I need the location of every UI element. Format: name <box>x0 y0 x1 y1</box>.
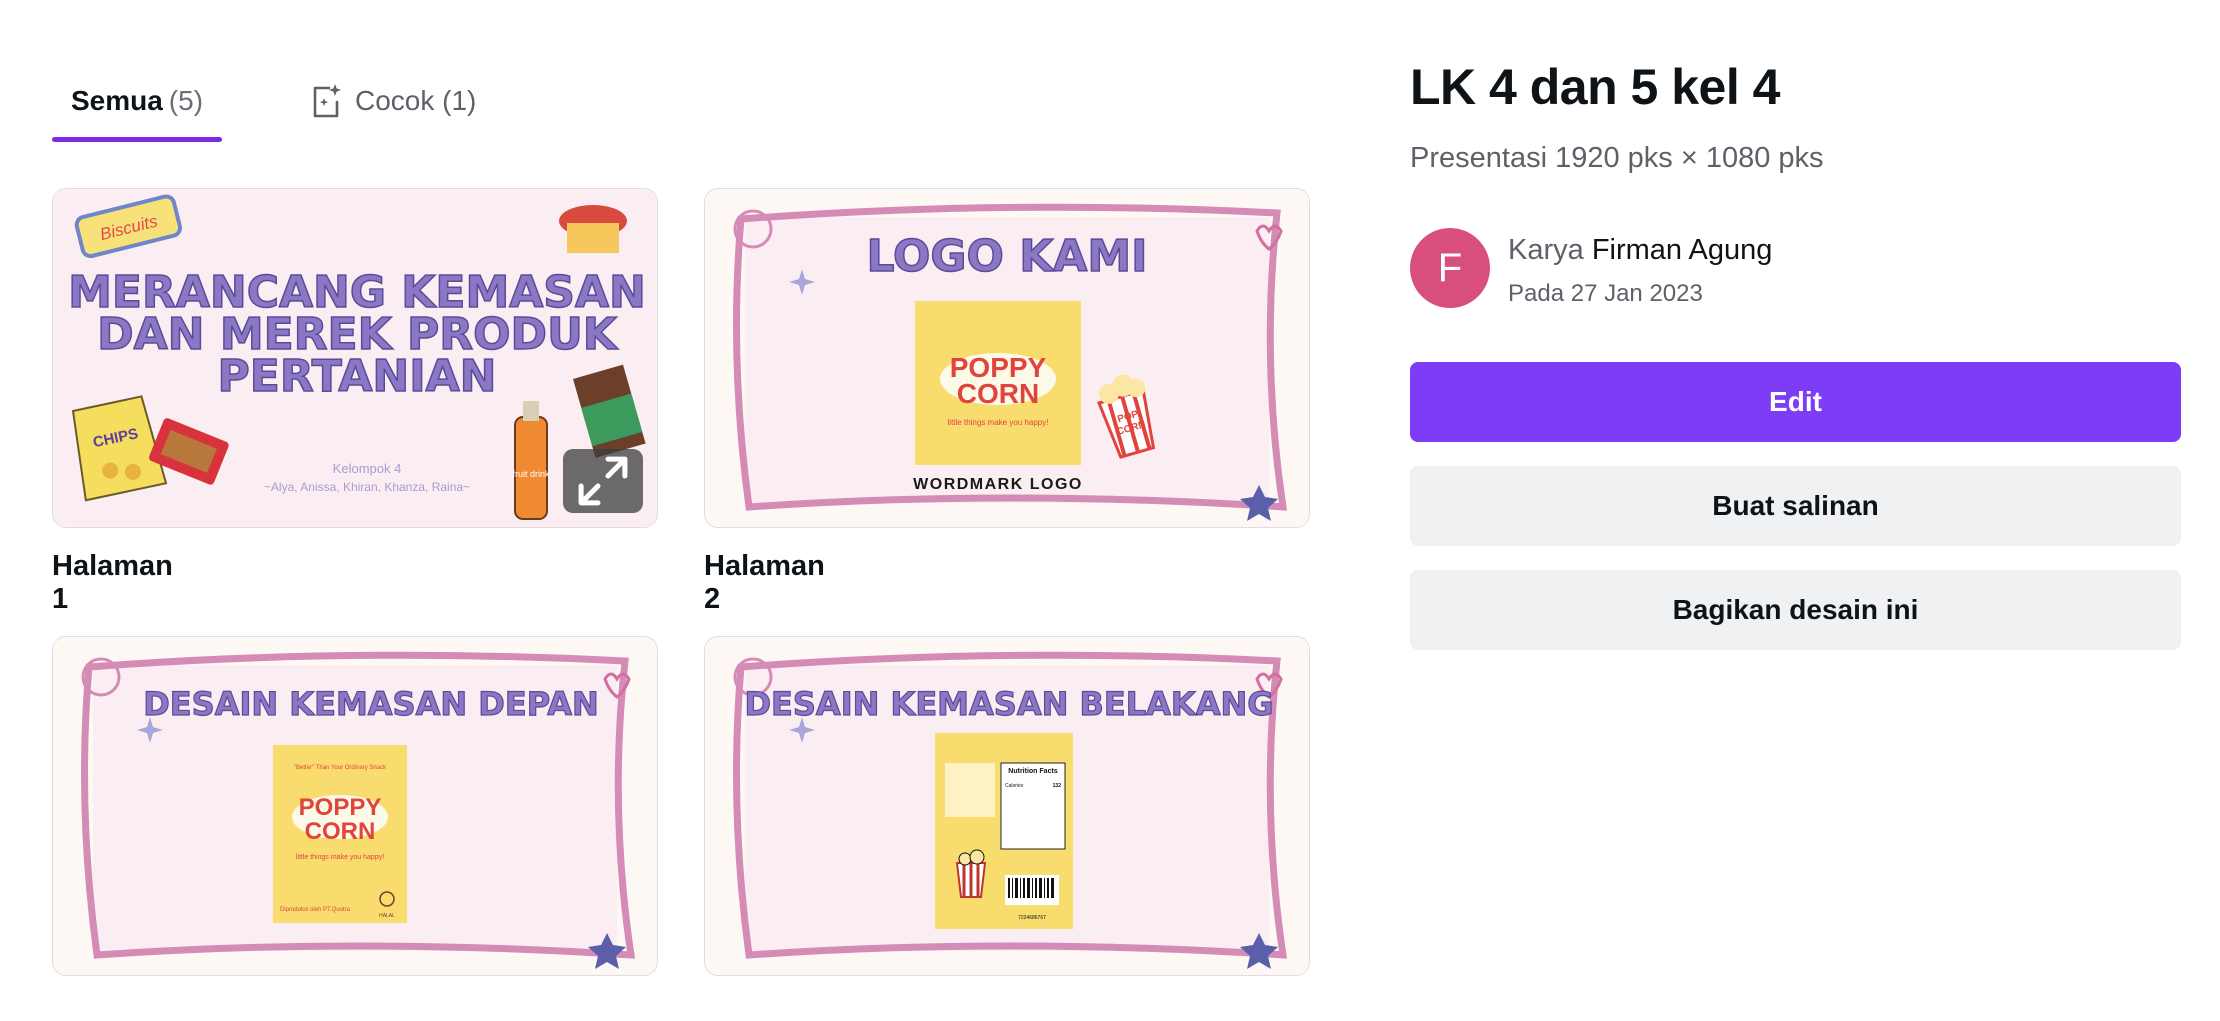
slide-3-heading: DESAIN KEMASAN DEPAN <box>143 685 599 723</box>
slide-2-brand-line-2: CORN <box>957 378 1039 409</box>
tab-all-label: Semua <box>70 85 163 116</box>
slide-3-brand-line-1: POPPY <box>299 794 382 821</box>
slide-2-preview: LOGO KAMI POPPY CORN little things make … <box>705 189 1309 527</box>
author-line: Karya Firman Agung <box>1508 234 1772 267</box>
tab-all-count: (5) <box>168 85 204 116</box>
slide-3-brand-line-2: CORN <box>305 818 376 845</box>
expand-arrows-icon <box>578 456 628 506</box>
slide-3-halal: HALAL <box>379 913 395 919</box>
slide-2-heading: LOGO KAMI <box>866 231 1147 282</box>
created-date: Pada 27 Jan 2023 <box>1508 280 1703 307</box>
slide-4-preview: DESAIN KEMASAN BELAKANG Nutrition Facts … <box>705 637 1309 975</box>
slide-2-footer: WORDMARK LOGO <box>913 476 1083 493</box>
calories-value: 132 <box>1053 783 1062 789</box>
page-thumbnail-2[interactable]: LOGO KAMI POPPY CORN little things make … <box>704 188 1310 528</box>
slide-4-heading: DESAIN KEMASAN BELAKANG <box>744 685 1273 723</box>
slide-1-group: Kelompok 4 <box>333 461 402 476</box>
author-name[interactable]: Firman Agung <box>1592 234 1773 266</box>
expand-button[interactable] <box>563 449 643 513</box>
nutrition-title: Nutrition Facts <box>1008 768 1057 775</box>
slide-3-tagline: little things make you happy! <box>296 854 384 861</box>
drink-label: fruit drink <box>512 469 550 479</box>
page-caption-2: Halaman 2 <box>704 550 825 615</box>
author-prefix: Karya <box>1508 234 1584 266</box>
barcode-number: 7224686767 <box>1018 915 1046 921</box>
slide-3-pack-bottom: Diproduksi oleh PT.Quotra <box>280 907 351 913</box>
tab-match-label: Cocok <box>355 85 435 116</box>
slide-2-tagline: little things make you happy! <box>948 418 1049 427</box>
slide-1-heading-line-3: PERTANIAN <box>218 351 497 402</box>
design-dimensions: Presentasi 1920 pks × 1080 pks <box>1410 142 1824 174</box>
tab-all[interactable]: Semua (5) <box>52 60 222 142</box>
slide-3-preview: DESAIN KEMASAN DEPAN "Better" Than Your … <box>53 637 657 975</box>
share-design-button[interactable]: Bagikan desain ini <box>1410 570 2181 650</box>
avatar[interactable]: F <box>1410 228 1490 308</box>
tab-match[interactable]: Cocok (1) <box>307 60 476 142</box>
page-filter-tabs: Semua (5) Cocok (1) <box>52 60 1312 142</box>
slide-3-pack-top: "Better" Than Your Ordinary Snack <box>294 765 387 771</box>
make-copy-button[interactable]: Buat salinan <box>1410 466 2181 546</box>
page-thumbnail-3[interactable]: DESAIN KEMASAN DEPAN "Better" Than Your … <box>52 636 658 976</box>
calories-label: Calories <box>1005 783 1024 789</box>
design-details-panel: LK 4 dan 5 kel 4 Presentasi 1920 pks × 1… <box>1410 0 2190 1021</box>
page-thumbnail-4[interactable]: DESAIN KEMASAN BELAKANG Nutrition Facts … <box>704 636 1310 976</box>
sparkle-document-icon <box>313 84 341 118</box>
page-thumbnail-1[interactable]: Biscuits MERANCANG KEMASAN DAN MEREK PRO… <box>52 188 658 528</box>
page-caption-1: Halaman 1 <box>52 550 173 615</box>
design-title: LK 4 dan 5 kel 4 <box>1410 59 1780 115</box>
edit-button[interactable]: Edit <box>1410 362 2181 442</box>
slide-1-members: ~Alya, Anissa, Khiran, Khanza, Raina~ <box>264 480 470 494</box>
tab-match-count: (1) <box>442 85 477 116</box>
